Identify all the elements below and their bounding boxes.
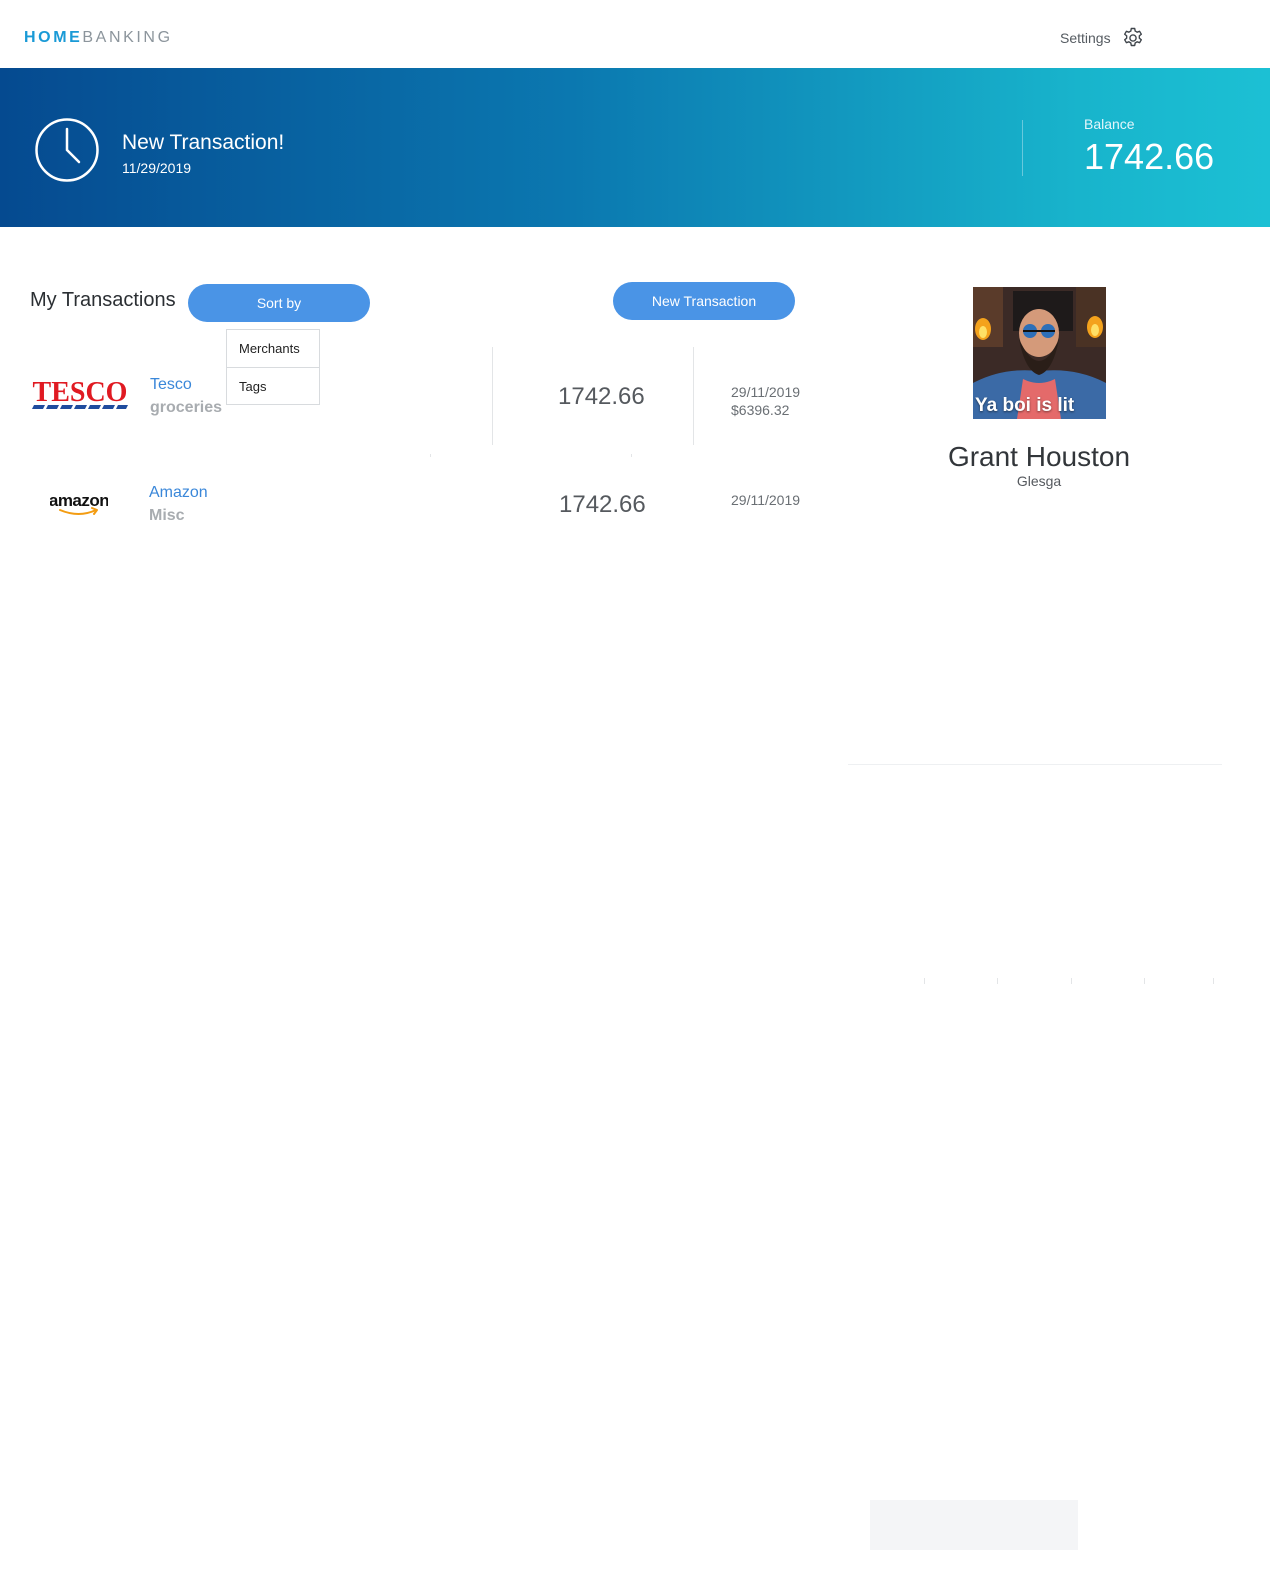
notification-banner: New Transaction! 11/29/2019 Balance 1742… [0, 68, 1270, 227]
brand-logo-banking: BANKING [82, 29, 173, 46]
empty-panel [870, 1500, 1078, 1550]
profile-name: Grant Houston [947, 441, 1131, 472]
gear-icon[interactable] [1121, 26, 1145, 50]
banner-title: New Transaction! [122, 131, 285, 154]
column-divider [492, 347, 493, 445]
chart-axis-tick [1071, 978, 1072, 984]
chart-axis-tick [1213, 978, 1214, 984]
row-separator-mark [631, 454, 632, 457]
transaction-amount-amazon: 1742.66 [559, 491, 646, 518]
sort-option-tags[interactable]: Tags [227, 367, 319, 404]
new-transaction-button[interactable]: New Transaction [613, 282, 795, 320]
row-separator-mark [430, 454, 431, 457]
tesco-logo-text: TESCO [33, 378, 128, 408]
clock-icon [35, 118, 99, 182]
transaction-running-total-tesco: $6396.32 [731, 402, 790, 418]
balance-label: Balance [1084, 116, 1135, 132]
transaction-date-tesco: 29/11/2019 [731, 384, 801, 400]
sort-option-merchants[interactable]: Merchants [227, 330, 319, 367]
transaction-date-amazon: 29/11/2019 [731, 492, 801, 508]
avatar: Ya boi is lit [973, 287, 1106, 419]
chart-axis-tick [997, 978, 998, 984]
top-navbar: HOMEBANKING Settings [0, 0, 1281, 68]
settings-label: Settings [1060, 30, 1111, 46]
column-divider [693, 347, 694, 445]
settings-link[interactable]: Settings [1060, 26, 1145, 50]
sort-by-button[interactable]: Sort by [188, 284, 370, 322]
avatar-caption: Ya boi is lit [975, 395, 1075, 416]
chart-axis-tick [924, 978, 925, 984]
transaction-tag-tesco: groceries [150, 399, 223, 416]
tesco-logo: TESCO [32, 378, 128, 409]
amazon-logo: amazon [50, 491, 108, 515]
transactions-title: My Transactions [30, 289, 176, 311]
sort-dropdown-menu: Merchants Tags [226, 329, 320, 405]
brand-logo[interactable]: HOMEBANKING [24, 28, 173, 48]
merchant-name-amazon[interactable]: Amazon [149, 483, 208, 503]
balance-value: 1742.66 [1084, 136, 1215, 177]
banner-divider [1022, 120, 1023, 176]
transaction-amount-tesco: 1742.66 [558, 383, 645, 410]
transaction-tag-amazon: Misc [149, 507, 185, 524]
chart-axis-tick [1144, 978, 1145, 984]
amazon-logo-text: amazon [50, 491, 108, 510]
banner-date: 11/29/2019 [122, 160, 192, 176]
merchant-name-tesco[interactable]: Tesco [150, 375, 192, 395]
profile-location: Glesga [1016, 473, 1062, 489]
brand-logo-home: HOME [24, 29, 83, 46]
chart-baseline [848, 764, 1222, 765]
